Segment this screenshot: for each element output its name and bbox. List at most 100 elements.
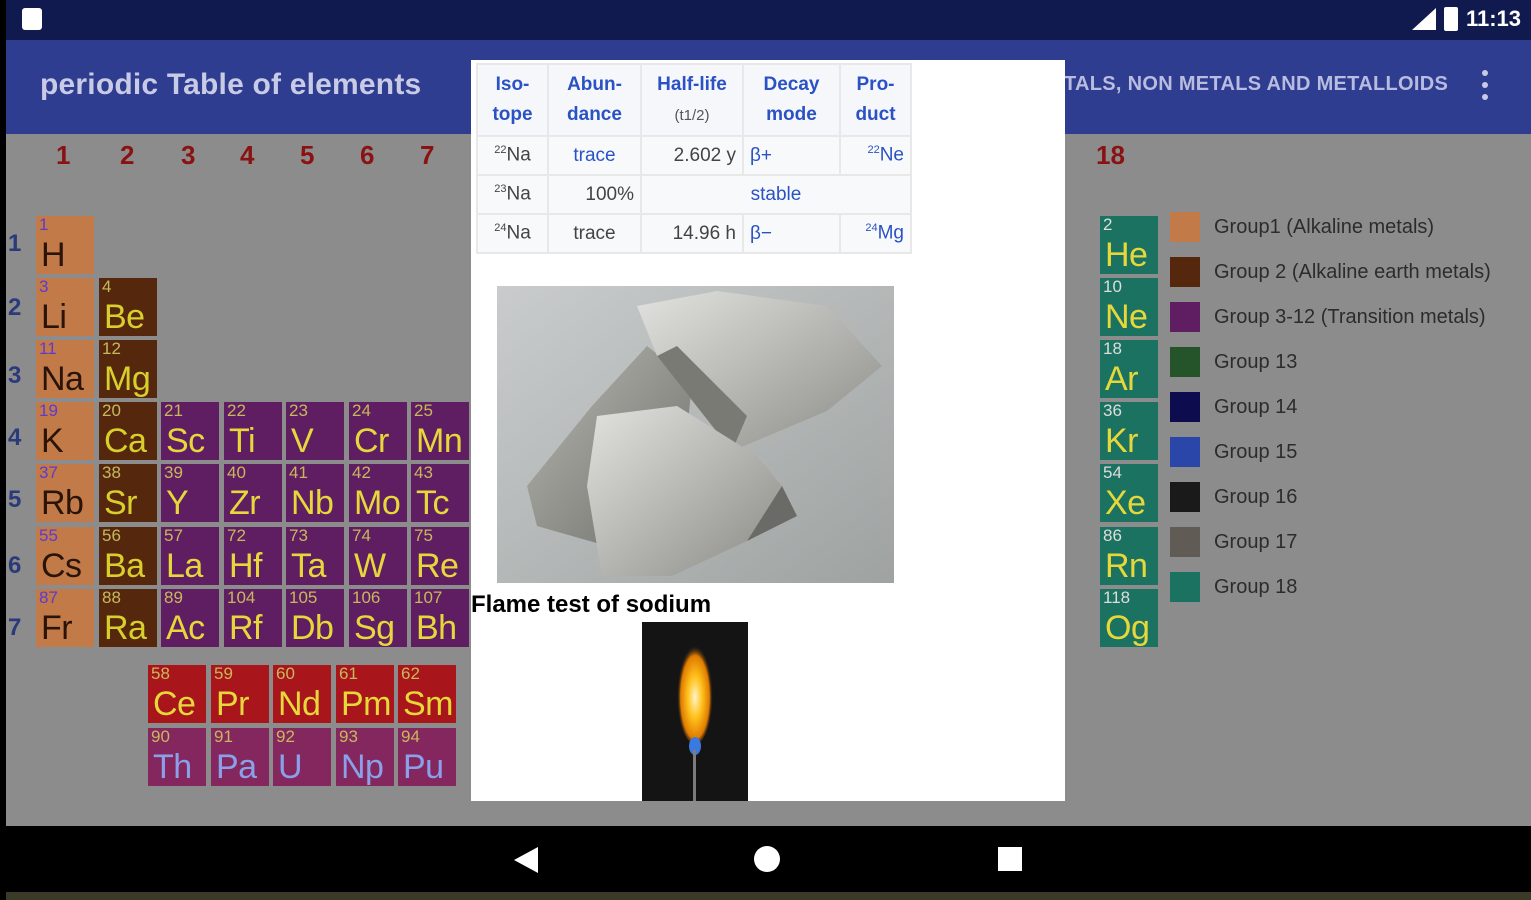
element-cell[interactable]: 24 Cr (349, 402, 407, 460)
element-cell[interactable]: 55 Cs (36, 527, 94, 585)
element-cell[interactable]: 104 Rf (224, 589, 282, 647)
element-cell[interactable]: 74 W (349, 527, 407, 585)
element-cell[interactable]: 89 Ac (161, 589, 219, 647)
element-symbol: Ca (104, 422, 147, 460)
product-symbol: Ne (879, 144, 904, 166)
atomic-number: 12 (102, 339, 121, 358)
element-cell[interactable]: 56 Ba (99, 527, 157, 585)
cell-product[interactable]: 22Ne (839, 135, 912, 176)
element-cell[interactable]: 41 Nb (286, 464, 344, 522)
element-cell[interactable]: 91 Pa (211, 728, 269, 786)
recent-apps-icon[interactable] (998, 847, 1022, 871)
legend-swatch (1170, 302, 1200, 332)
header-product[interactable]: Pro-duct (839, 63, 912, 137)
cell-decay[interactable]: β+ (742, 135, 841, 176)
element-cell[interactable]: 118 Og (1100, 589, 1158, 647)
element-cell[interactable]: 86 Rn (1100, 527, 1158, 585)
header-halflife-label[interactable]: Half-life (657, 74, 727, 95)
cell-isotope[interactable]: 24Na (476, 213, 549, 254)
element-cell[interactable]: 58 Ce (148, 665, 206, 723)
status-icons: 11:13 (1410, 6, 1521, 32)
element-cell[interactable]: 19 K (36, 402, 94, 460)
cell-decay[interactable]: β− (742, 213, 841, 254)
period-number: 5 (8, 486, 22, 513)
element-cell[interactable]: 107 Bh (411, 589, 469, 647)
atomic-number: 41 (289, 463, 308, 482)
element-symbol: Sg (354, 609, 395, 647)
back-icon[interactable] (514, 847, 538, 873)
element-cell[interactable]: 105 Db (286, 589, 344, 647)
table-row: 23Na 100% stable (476, 174, 912, 215)
element-cell[interactable]: 87 Fr (36, 589, 94, 647)
element-cell[interactable]: 4 Be (99, 278, 157, 336)
element-cell[interactable]: 57 La (161, 527, 219, 585)
element-cell[interactable]: 23 V (286, 402, 344, 460)
element-cell[interactable]: 93 Np (336, 728, 394, 786)
element-cell[interactable]: 59 Pr (211, 665, 269, 723)
legend-swatch (1170, 392, 1200, 422)
element-cell[interactable]: 43 Tc (411, 464, 469, 522)
period-number: 2 (8, 294, 22, 321)
home-icon[interactable] (754, 846, 780, 872)
header-halflife[interactable]: Half-life (t1/2) (640, 63, 744, 137)
element-cell[interactable]: 1H (36, 216, 94, 274)
cell-product[interactable]: 24Mg (839, 213, 912, 254)
cell-isotope[interactable]: 22Na (476, 135, 549, 176)
period-number: 7 (8, 614, 22, 641)
element-cell[interactable]: 38 Sr (99, 464, 157, 522)
element-cell[interactable]: 90 Th (148, 728, 206, 786)
element-cell[interactable]: 20 Ca (99, 402, 157, 460)
element-symbol: Pr (216, 685, 250, 723)
element-cell[interactable]: 18 Ar (1100, 340, 1158, 398)
element-cell[interactable]: 10 Ne (1100, 278, 1158, 336)
element-cell[interactable]: 88 Ra (99, 589, 157, 647)
element-cell[interactable]: 40 Zr (224, 464, 282, 522)
element-cell[interactable]: 92 U (273, 728, 331, 786)
atomic-number: 20 (102, 401, 121, 420)
element-cell[interactable]: 11 Na (36, 340, 94, 398)
element-cell[interactable]: 72 Hf (224, 527, 282, 585)
element-symbol: Rn (1105, 547, 1148, 585)
atomic-number: 75 (414, 526, 433, 545)
element-cell[interactable]: 12 Mg (99, 340, 157, 398)
element-cell[interactable]: 75 Re (411, 527, 469, 585)
cell-isotope[interactable]: 23Na (476, 174, 549, 215)
sd-card-icon (22, 8, 42, 30)
legend-label: Group 17 (1214, 530, 1298, 553)
element-cell[interactable]: 73 Ta (286, 527, 344, 585)
app-subtitle[interactable]: TALS, NON METALS AND METALLOIDS (1064, 73, 1448, 96)
element-symbol: Zr (229, 484, 261, 522)
element-symbol: Ce (153, 685, 196, 723)
element-cell[interactable]: 3 Li (36, 278, 94, 336)
overflow-menu-icon[interactable] (1480, 70, 1490, 100)
isotope-symbol: Na (506, 144, 531, 166)
header-decay[interactable]: Decay mode (742, 63, 841, 137)
atomic-number: 2 (1103, 215, 1113, 234)
cell-abundance: 100% (547, 174, 642, 215)
element-cell[interactable]: 42 Mo (349, 464, 407, 522)
element-cell[interactable]: 62 Sm (398, 665, 456, 723)
element-cell[interactable]: 54 Xe (1100, 464, 1158, 522)
element-cell[interactable]: 106 Sg (349, 589, 407, 647)
element-cell[interactable]: 36 Kr (1100, 402, 1158, 460)
element-cell[interactable]: 37 Rb (36, 464, 94, 522)
element-cell[interactable]: 94 Pu (398, 728, 456, 786)
element-cell[interactable]: 2 He (1100, 216, 1158, 274)
group-number: 7 (420, 140, 435, 170)
element-cell[interactable]: 61 Pm (336, 665, 394, 723)
atomic-number: 57 (164, 526, 183, 545)
element-symbol: Mo (354, 484, 401, 522)
header-abundance[interactable]: Abun-dance (547, 63, 642, 137)
element-cell[interactable]: 60 Nd (273, 665, 331, 723)
atomic-number: 36 (1103, 401, 1122, 420)
header-isotope[interactable]: Iso-tope (476, 63, 549, 137)
element-cell[interactable]: 25 Mn (411, 402, 469, 460)
element-symbol: Np (341, 748, 384, 786)
element-cell[interactable]: 39 Y (161, 464, 219, 522)
element-symbol: Pu (403, 748, 444, 786)
cell-abundance[interactable]: trace (547, 135, 642, 176)
element-cell[interactable]: 22 Ti (224, 402, 282, 460)
element-cell[interactable]: 21 Sc (161, 402, 219, 460)
atomic-number: 72 (227, 526, 246, 545)
cell-stable[interactable]: stable (640, 174, 912, 215)
